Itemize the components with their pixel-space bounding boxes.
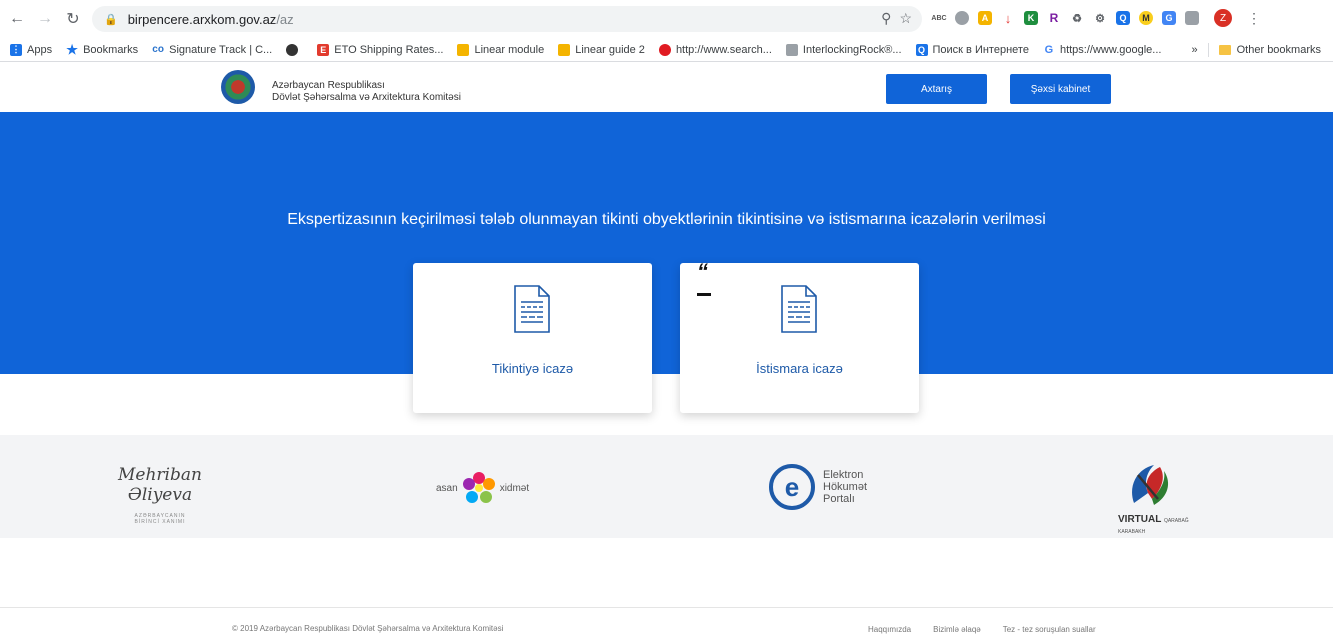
bookmarks-separator: [1207, 43, 1209, 57]
address-bar[interactable]: 🔒 birpencere.arxkom.gov.az/az ⚲ ☆: [92, 6, 922, 32]
asan-right-text: xidmət: [499, 482, 530, 494]
abc-icon[interactable]: ABC: [931, 11, 947, 25]
egov-line-2: Hökumət: [823, 481, 868, 493]
forward-arrow-icon[interactable]: →: [34, 8, 56, 30]
asan-left-text: asan: [436, 482, 458, 494]
footer-links: Haqqımızda Bizimlə əlaqə Tez - tez soruş…: [868, 625, 1096, 634]
partner-e-government-portal[interactable]: e Elektron Hökumət Portalı: [769, 464, 867, 510]
bookmark-signature-track[interactable]: co Signature Track | C...: [152, 44, 272, 56]
personal-cabinet-button[interactable]: Şəxsi kabinet: [1010, 74, 1111, 104]
folder-icon: [1218, 45, 1231, 55]
translate-icon[interactable]: G: [1162, 11, 1176, 25]
egov-line-3: Portalı: [823, 493, 855, 505]
stray-dash-mark: [697, 293, 711, 296]
site-header: Azərbaycan Respublikası Dövlət Şəhərsalm…: [0, 62, 1333, 112]
circle-icon[interactable]: [955, 11, 969, 25]
virtual-small-text-2: KARABAKH: [1118, 529, 1146, 535]
virtual-karabakh-text: VIRTUAL QARABAĞ KARABAKH: [1118, 514, 1208, 536]
org-line-1: Azərbaycan Respublikası: [272, 80, 385, 91]
star-icon: ★: [66, 41, 78, 57]
globe-icon: [286, 43, 299, 56]
lock-icon: 🔒: [104, 13, 118, 26]
search-button[interactable]: Axtarış: [886, 74, 987, 104]
back-arrow-icon[interactable]: ←: [6, 8, 28, 30]
url-host: birpencere.arxkom.gov.az: [127, 11, 277, 27]
bookmarks-bar: ⋮ Apps ★ Bookmarks co Signature Track | C..…: [0, 38, 1333, 62]
organization-name[interactable]: Azərbaycan Respublikası Dövlət Şəhərsalm…: [272, 80, 461, 104]
browser-toolbar: ← → ↻ 🔒 birpencere.arxkom.gov.az/az ⚲ ☆ …: [0, 0, 1333, 38]
document-icon: [781, 285, 817, 333]
asan-flower-icon: [462, 472, 495, 503]
bookmark-star-icon[interactable]: ☆: [899, 10, 912, 27]
bookmark-linear-guide[interactable]: Linear guide 2: [558, 43, 645, 56]
linear-icon: [457, 43, 470, 56]
bookmark-bookmarks[interactable]: ★ Bookmarks: [66, 41, 138, 57]
coursera-icon: co: [152, 44, 164, 55]
construction-permit-card[interactable]: Tikintiyə icazə: [413, 263, 652, 413]
reload-icon[interactable]: ↻: [62, 8, 84, 30]
bookmark-google[interactable]: Ghttps://www.google...: [1043, 44, 1162, 56]
zoom-icon[interactable]: ⚲: [881, 10, 891, 27]
virtual-small-text-1: QARABAĞ: [1163, 518, 1189, 524]
signature-logo: Mehriban Əliyeva: [118, 465, 202, 505]
download-icon[interactable]: ↓: [1001, 11, 1015, 26]
eto-icon: E: [317, 43, 330, 56]
r-icon[interactable]: R: [1047, 11, 1061, 25]
bookmark-linear-module[interactable]: Linear module: [457, 43, 544, 56]
linear-icon: [558, 43, 571, 56]
url-path: /az: [276, 11, 294, 27]
org-line-2: Dövlət Şəhərsalma və Arxitektura Komitəs…: [272, 92, 461, 103]
card-label: Tikintiyə icazə: [491, 361, 574, 376]
footer-link-faq[interactable]: Tez - tez soruşulan suallar: [1003, 625, 1096, 634]
bookmark-search[interactable]: http://www.search...: [658, 43, 772, 56]
extension-bar: ABC A ↓ K R ♻ ⚙ Q M G Z ⋮: [931, 9, 1261, 27]
partner-asan-xidmet[interactable]: asan xidmət: [436, 471, 529, 505]
page-icon: [785, 43, 798, 56]
bookmark-globe[interactable]: [286, 43, 303, 56]
other-bookmarks[interactable]: Other bookmarks: [1237, 44, 1321, 56]
cast-icon[interactable]: [1185, 11, 1199, 25]
document-icon: [514, 285, 550, 333]
bookmark-eto[interactable]: E ETO Shipping Rates...: [317, 43, 443, 56]
partner-mehriban-aliyeva[interactable]: Mehriban Əliyeva AZƏRBAYCANIN BİRİNCİ XA…: [100, 465, 220, 525]
m-icon[interactable]: M: [1139, 11, 1153, 25]
opera-icon: [658, 43, 671, 56]
kebab-menu-icon[interactable]: ⋮: [1247, 10, 1261, 27]
partners-strip: Mehriban Əliyeva AZƏRBAYCANIN BİRİNCİ XA…: [0, 435, 1333, 538]
puzzle-icon[interactable]: ♻: [1070, 11, 1084, 25]
card-label: İstismara icazə: [756, 361, 843, 376]
chart-icon[interactable]: A: [978, 11, 992, 25]
footer-link-contact[interactable]: Bizimlə əlaqə: [933, 625, 981, 634]
egov-line-1: Elektron: [823, 469, 864, 481]
q-icon[interactable]: Q: [1116, 11, 1130, 25]
bookmark-apps[interactable]: ⋮ Apps: [10, 43, 52, 56]
google-icon: G: [1044, 43, 1054, 56]
bookmark-poisk[interactable]: Q Поиск в Интернете: [915, 43, 1029, 56]
apps-grid-icon: ⋮: [10, 43, 22, 56]
virtual-main-text: VIRTUAL: [1118, 514, 1162, 525]
egov-logo-icon: e: [769, 464, 815, 510]
footer-link-about[interactable]: Haqqımızda: [868, 625, 911, 634]
plugin-icon[interactable]: ⚙: [1093, 11, 1107, 25]
search-q-icon: Q: [915, 43, 928, 56]
stray-quote-mark: “: [697, 259, 708, 284]
signature-subtitle-2: BİRİNCİ XANIMI: [134, 519, 186, 525]
k-icon[interactable]: K: [1024, 11, 1038, 25]
hero-title: Ekspertizasının keçirilməsi tələb olunma…: [287, 211, 1046, 228]
more-bookmarks-chevron[interactable]: »: [1192, 44, 1198, 56]
profile-avatar[interactable]: Z: [1214, 9, 1232, 27]
operation-permit-card[interactable]: İstismara icazə: [680, 263, 919, 413]
site-footer: © 2019 Azərbaycan Respublikası Dövlət Şə…: [0, 607, 1333, 636]
hero-banner: Ekspertizasının keçirilməsi tələb olunma…: [0, 112, 1333, 374]
bookmark-interlocking[interactable]: InterlockingRock®...: [785, 43, 902, 56]
state-emblem-icon[interactable]: [221, 70, 255, 104]
virtual-karabakh-logo-icon: [1132, 465, 1169, 505]
partner-virtual-karabakh[interactable]: VIRTUAL QARABAĞ KARABAKH: [1118, 459, 1208, 536]
copyright-text: © 2019 Azərbaycan Respublikası Dövlət Şə…: [232, 624, 504, 633]
